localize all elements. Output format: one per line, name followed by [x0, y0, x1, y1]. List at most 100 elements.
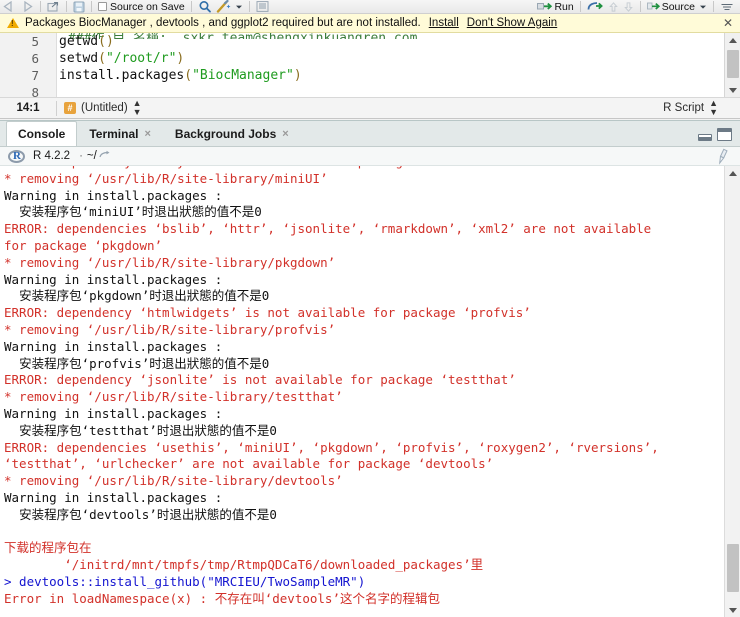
- toolbar-divider-7: [639, 1, 641, 12]
- chevron-up-icon[interactable]: [606, 1, 621, 12]
- header-separator: ·: [79, 150, 83, 162]
- toolbar-divider-8: [713, 1, 714, 12]
- close-x-icon[interactable]: ×: [282, 128, 288, 140]
- console-line: Warning in install.packages :: [4, 338, 223, 354]
- console-line: ‘testthat’, ‘urlchecker’ are not availab…: [4, 456, 494, 472]
- code-line[interactable]: 5 getwd(): [0, 33, 740, 50]
- line-number: 6: [31, 51, 39, 66]
- updown-stepper-icon[interactable]: ▲ ▼: [133, 99, 142, 117]
- tab-console[interactable]: Console: [6, 121, 78, 146]
- rstudio-window: Source on Save Run Source ! Packages Bio…: [0, 0, 740, 617]
- console-line: Warning in install.packages :: [4, 405, 223, 421]
- console-line: ERROR: dependencies ‘bslib’, ‘httr’, ‘js…: [4, 221, 652, 237]
- search-magnifier-icon[interactable]: [196, 0, 214, 13]
- code-line[interactable]: 6 setwd("/root/r"): [0, 50, 740, 67]
- document-name[interactable]: (Untitled): [81, 102, 128, 114]
- scroll-up-arrow-icon[interactable]: [725, 33, 740, 47]
- console-output-area[interactable]: ERROR: dependency ‘shiny’ is not availab…: [0, 166, 740, 617]
- chevron-down-icon-source[interactable]: [697, 0, 709, 13]
- r-version-label: R 4.2.2: [33, 150, 71, 162]
- save-disk-icon[interactable]: [71, 0, 87, 13]
- status-divider: [56, 100, 57, 116]
- editor-scrollbar-thumb[interactable]: [727, 50, 739, 78]
- code-editor-area[interactable]: ###作 目 名稱: sxkr team@shengxinkuangren.co…: [0, 33, 740, 97]
- file-type-label[interactable]: R Script: [663, 102, 704, 114]
- tab-console-label: Console: [18, 127, 66, 141]
- toolbar-divider-4: [190, 1, 192, 12]
- dont-show-again-link[interactable]: Don't Show Again: [467, 17, 557, 29]
- popout-window-icon[interactable]: [45, 0, 62, 13]
- source-on-save-checkbox[interactable]: Source on Save: [96, 0, 187, 13]
- scroll-down-arrow-icon[interactable]: [725, 83, 740, 97]
- forward-arrow-icon[interactable]: [18, 0, 36, 13]
- console-line: 安装程序包‘devtools’时退出狀態的值不是0: [4, 506, 277, 522]
- install-link[interactable]: Install: [429, 17, 459, 29]
- console-line: Warning in install.packages :: [4, 187, 223, 203]
- console-scrollport: ERROR: dependency ‘shiny’ is not availab…: [0, 166, 724, 608]
- working-directory-label[interactable]: ~/: [87, 150, 97, 162]
- console-line: ERROR: dependency ‘htmlwidgets’ is not a…: [4, 305, 531, 321]
- console-scrollbar-thumb[interactable]: [727, 544, 739, 592]
- rerun-arrow-icon[interactable]: [585, 0, 606, 13]
- open-directory-arrow-icon[interactable]: [99, 150, 111, 163]
- minimize-pane-icon[interactable]: [698, 134, 712, 141]
- tab-terminal[interactable]: Terminal ×: [77, 121, 163, 146]
- console-line: 安装程序包‘miniUI’时退出狀態的值不是0: [4, 204, 262, 220]
- console-line: for package ‘pkgdown’: [4, 237, 163, 253]
- line-number: 8: [31, 85, 39, 97]
- console-line: ERROR: dependencies ‘usethis’, ‘miniUI’,…: [4, 439, 659, 455]
- maximize-pane-icon[interactable]: [717, 128, 732, 141]
- editor-status-right: R Script ▲ ▼: [663, 98, 718, 118]
- package-notification-bar: Packages BiocManager , devtools , and gg…: [0, 14, 740, 33]
- line-number: 7: [31, 68, 39, 83]
- console-line: ERROR: dependency ‘jsonlite’ is not avai…: [4, 372, 516, 388]
- source-editor-pane: Source on Save Run Source ! Packages Bio…: [0, 0, 740, 120]
- run-button[interactable]: Run: [535, 0, 575, 13]
- scroll-down-arrow-icon[interactable]: [725, 603, 740, 617]
- cursor-position: 14:1: [16, 102, 40, 114]
- code-line[interactable]: 8: [0, 84, 740, 97]
- source-on-save-label: Source on Save: [110, 0, 185, 13]
- document-type-chip: #: [64, 102, 76, 114]
- console-pane: Console Terminal × Background Jobs × R R…: [0, 120, 740, 617]
- toolbar-divider-6: [579, 1, 581, 12]
- broom-clear-icon[interactable]: [714, 147, 732, 165]
- close-x-icon[interactable]: ×: [144, 128, 150, 140]
- chevron-down-icon[interactable]: [233, 0, 245, 13]
- document-outline-icon[interactable]: [254, 0, 271, 13]
- file-type-stepper-icon[interactable]: ▲ ▼: [709, 99, 718, 117]
- source-button[interactable]: Source: [645, 0, 697, 13]
- back-arrow-icon[interactable]: [0, 0, 18, 13]
- line-number: 5: [31, 34, 39, 49]
- magic-wand-icon[interactable]: [214, 0, 233, 13]
- line-code: getwd(): [59, 34, 114, 49]
- console-line: Error in loadNamespace(x) : 不存在叫‘devtool…: [4, 590, 440, 606]
- r-logo-icon: R: [8, 149, 25, 163]
- console-vertical-scrollbar[interactable]: [724, 166, 740, 617]
- pane-window-controls: [698, 128, 732, 141]
- tab-background-jobs[interactable]: Background Jobs ×: [163, 121, 301, 146]
- editor-toolbar: Source on Save Run Source: [0, 0, 740, 14]
- toolbar-divider-2: [66, 1, 67, 12]
- notification-message: Packages BiocManager , devtools , and gg…: [25, 17, 421, 29]
- code-line[interactable]: 7 install.packages("BiocManager"): [0, 67, 740, 84]
- console-line: 安装程序包‘profvis’时退出狀態的值不是0: [4, 355, 270, 371]
- console-line: * removing ‘/usr/lib/R/site-library/mini…: [4, 170, 328, 186]
- console-line: 安装程序包‘testthat’时退出狀態的值不是0: [4, 422, 277, 438]
- scroll-up-arrow-icon[interactable]: [725, 166, 740, 180]
- console-tab-bar: Console Terminal × Background Jobs ×: [0, 121, 740, 147]
- toolbar-divider-5: [248, 1, 250, 12]
- editor-status-bar: 14:1 # (Untitled) ▲ ▼ R Script ▲ ▼: [0, 97, 740, 119]
- toolbar-divider-3: [91, 1, 92, 12]
- chevron-down-icon-nav[interactable]: [621, 1, 636, 12]
- tab-background-jobs-label: Background Jobs: [174, 127, 277, 141]
- close-x-icon[interactable]: ✕: [723, 16, 733, 30]
- line-code: install.packages("BiocManager"): [59, 68, 302, 83]
- source-label: Source: [661, 0, 695, 13]
- console-prompt-line: > devtools::install_github("MRCIEU/TwoSa…: [4, 573, 366, 589]
- editor-vertical-scrollbar[interactable]: [724, 33, 740, 97]
- hamburger-outline-icon[interactable]: [718, 0, 740, 13]
- console-header: R R 4.2.2 · ~/: [0, 147, 740, 166]
- console-line: 下载的程序包在: [4, 540, 92, 556]
